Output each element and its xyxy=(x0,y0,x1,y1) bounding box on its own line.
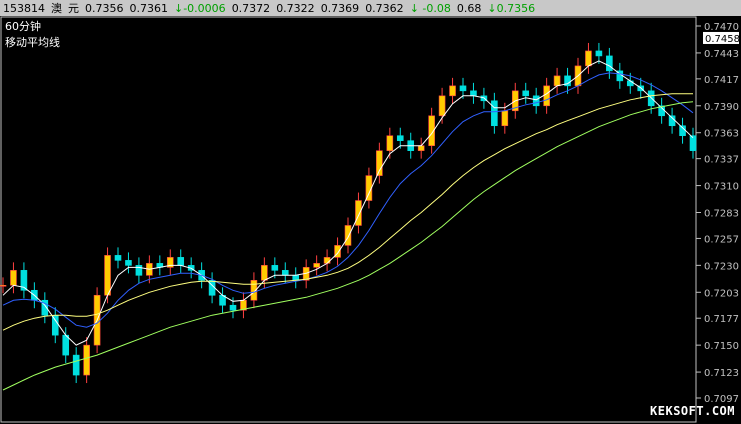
candle-body xyxy=(83,344,90,376)
candle-body xyxy=(281,270,289,276)
candle-body xyxy=(135,265,143,276)
candle-body xyxy=(344,225,352,246)
y-tick-label: 0.7283 xyxy=(704,208,739,219)
candle-body xyxy=(606,55,613,72)
y-tick-label: 0.7257 xyxy=(704,234,739,245)
candle-body xyxy=(491,100,498,127)
value-2: 0.7322 xyxy=(276,1,315,15)
y-tick-label: 0.7150 xyxy=(704,341,739,352)
candle-body xyxy=(689,135,697,151)
y-tick-label: 0.7470 xyxy=(704,22,739,33)
candle-body xyxy=(229,304,237,311)
candle-body xyxy=(449,85,456,97)
y-tick-label: 0.7337 xyxy=(704,155,739,166)
candle-body xyxy=(323,257,331,264)
y-tick-label: 0.7310 xyxy=(704,182,739,193)
candle-body xyxy=(355,200,362,226)
candle-body xyxy=(271,265,279,271)
candle-body xyxy=(125,260,132,266)
candle-body xyxy=(595,50,603,57)
candle-body xyxy=(386,135,394,151)
candle-body xyxy=(261,265,268,281)
candle-body xyxy=(396,135,404,141)
watermark: KEKSOFT.COM xyxy=(650,404,735,418)
value-4: 0.7362 xyxy=(365,1,404,15)
candle-body xyxy=(470,90,477,97)
candle-body xyxy=(62,334,70,356)
symbol-name-1: 澳 xyxy=(51,2,62,15)
y-axis: 0.7470 0.7443 0.7417 0.7390 0.7363 0.7337 0.73… xyxy=(696,22,740,405)
price-chart[interactable]: 0.7470 0.7443 0.7417 0.7390 0.7363 0.7337 0.73… xyxy=(0,16,741,424)
y-tick-label: 0.7123 xyxy=(704,368,739,379)
candle-body xyxy=(104,255,111,296)
y-tick-label: 0.7177 xyxy=(704,314,739,325)
candle-body xyxy=(522,90,530,97)
candles xyxy=(0,42,697,384)
candle-body xyxy=(292,275,300,281)
change-value: ↓-0.0006 xyxy=(174,1,226,15)
symbol-name-2: 元 xyxy=(68,2,79,15)
y-tick-label: 0.7230 xyxy=(704,261,739,272)
y-tick-label: 0.7390 xyxy=(704,102,739,113)
y-tick-label: 0.7203 xyxy=(704,288,739,299)
open-value: 0.7356 xyxy=(85,1,124,15)
value-1: 0.7372 xyxy=(231,1,271,15)
period-label: 60分钟 xyxy=(5,19,41,33)
candle-body xyxy=(532,95,540,107)
value-5: 0.68 xyxy=(456,1,482,15)
candle-body xyxy=(10,270,17,286)
value-3: 0.7369 xyxy=(320,1,360,15)
candle-body xyxy=(543,85,550,107)
candle-body xyxy=(459,85,467,92)
candle-body xyxy=(114,255,122,261)
current-price-label: 0.7458 xyxy=(705,34,740,45)
high-value: 0.7361 xyxy=(129,1,169,15)
candle-body xyxy=(0,285,7,287)
quote-header: 153814 澳 元 0.7356 0.7361 ↓-0.0006 0.7372… xyxy=(0,0,741,16)
candle-body xyxy=(72,354,80,376)
candle-body xyxy=(585,50,592,67)
y-tick-label: 0.7417 xyxy=(704,75,739,86)
candle-body xyxy=(51,314,59,336)
candle-body xyxy=(177,257,185,266)
candle-body xyxy=(417,145,425,151)
ma-short-line xyxy=(2,60,694,346)
candle-body xyxy=(438,95,446,117)
indicator-label: 移动平均线 xyxy=(5,35,60,49)
candle-body xyxy=(626,80,634,87)
change-percent: ↓ -0.08 xyxy=(409,1,451,15)
candle-body xyxy=(313,263,320,268)
candle-body xyxy=(501,110,509,127)
y-tick-label: 0.7363 xyxy=(704,129,739,140)
last-price: ↓0.7356 xyxy=(487,1,536,15)
y-tick-label: 0.7443 xyxy=(704,49,739,60)
symbol-code: 153814 xyxy=(3,1,45,15)
candle-body xyxy=(553,75,561,87)
